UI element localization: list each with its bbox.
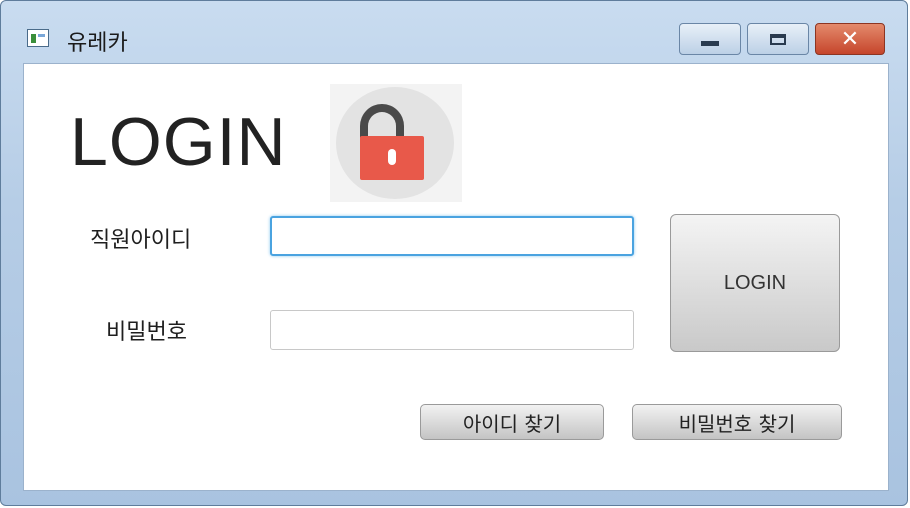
close-icon: ✕ — [840, 26, 860, 52]
password-input[interactable] — [270, 310, 634, 350]
employee-id-input[interactable] — [270, 216, 634, 256]
close-button[interactable]: ✕ — [815, 23, 885, 55]
minimize-icon — [701, 40, 719, 46]
lock-keyhole — [388, 149, 396, 165]
title-bar[interactable]: 유레카 ✕ — [1, 1, 907, 61]
password-label: 비밀번호 — [106, 320, 187, 345]
maximize-icon — [770, 33, 786, 45]
login-button[interactable]: LOGIN — [670, 214, 840, 352]
lock-body — [360, 136, 424, 180]
client-area: LOGIN 직원아이디 비밀번호 LOGIN 아이디 찾기 비밀번호 찾기 — [23, 63, 889, 491]
maximize-button[interactable] — [747, 23, 809, 55]
employee-id-label: 직원아이디 — [90, 228, 192, 253]
find-id-button[interactable]: 아이디 찾기 — [420, 404, 604, 440]
window-title: 유레카 — [67, 31, 128, 56]
login-heading: LOGIN — [70, 104, 287, 180]
app-icon — [27, 29, 49, 47]
minimize-button[interactable] — [679, 23, 741, 55]
lock-icon — [330, 84, 462, 202]
login-window: 유레카 ✕ LOGIN 직원아이디 비밀번호 LOGIN 아이디 찾기 비밀번호… — [0, 0, 908, 506]
find-password-button[interactable]: 비밀번호 찾기 — [632, 404, 842, 440]
